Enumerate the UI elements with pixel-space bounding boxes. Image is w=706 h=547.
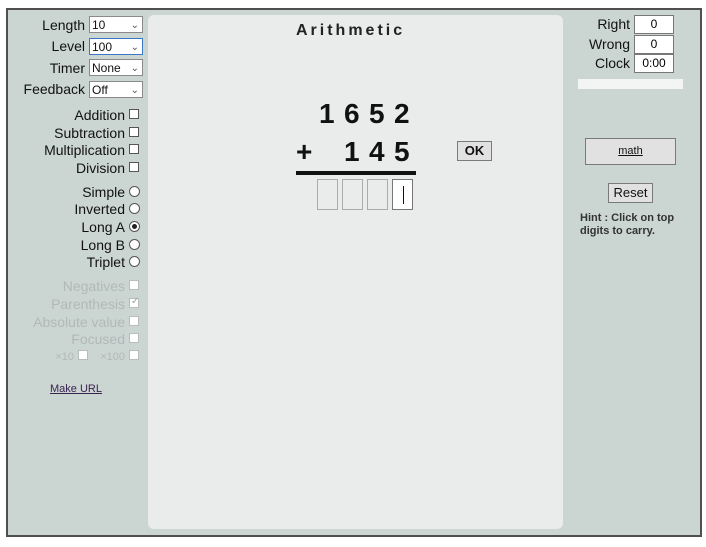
- chevron-down-icon: ⌄: [130, 20, 139, 31]
- timer-select[interactable]: None ⌄: [89, 59, 143, 76]
- clock-label: Clock: [594, 55, 630, 71]
- chevron-down-icon: ⌄: [130, 63, 139, 74]
- hint-text: Hint : Click on top digits to carry.: [580, 212, 675, 237]
- addition-label: Addition: [74, 107, 125, 123]
- make-url-link[interactable]: Make URL: [50, 383, 102, 395]
- exercise-panel: [148, 15, 563, 529]
- long-b-label: Long B: [80, 237, 125, 253]
- inverted-radio[interactable]: [129, 203, 140, 214]
- wrong-label: Wrong: [589, 36, 630, 52]
- answer-digit-box[interactable]: [367, 179, 388, 210]
- bottom-digit: 1: [344, 136, 360, 167]
- length-select[interactable]: 10 ⌄: [89, 16, 143, 33]
- level-select[interactable]: 100 ⌄: [89, 38, 143, 55]
- chevron-down-icon: ⌄: [130, 42, 139, 53]
- absolute-value-label: Absolute value: [33, 314, 125, 330]
- operator-sign: +: [296, 136, 313, 167]
- multiplication-label: Multiplication: [44, 142, 125, 158]
- subtraction-label: Subtraction: [54, 125, 125, 141]
- triplet-label: Triplet: [86, 254, 125, 270]
- length-label: Length: [42, 17, 85, 33]
- parenthesis-label: Parenthesis: [51, 296, 125, 312]
- answer-digit-box-active[interactable]: [392, 179, 413, 210]
- wrong-count: 0: [634, 35, 674, 54]
- ok-button[interactable]: OK: [457, 141, 492, 161]
- right-count: 0: [634, 15, 674, 34]
- timer-select-value: None: [92, 61, 121, 75]
- top-digit[interactable]: 1: [319, 98, 335, 130]
- long-a-label: Long A: [81, 219, 125, 235]
- clock-display: 0:00: [634, 54, 674, 73]
- triplet-radio[interactable]: [129, 256, 140, 267]
- text-cursor: [403, 186, 404, 204]
- focused-checkbox[interactable]: [129, 333, 139, 343]
- x10-label: ×10: [55, 351, 74, 363]
- long-a-radio[interactable]: [129, 221, 140, 232]
- bottom-digit: 5: [394, 136, 410, 167]
- checkmark-icon: ✓: [131, 296, 140, 307]
- length-select-value: 10: [92, 18, 106, 32]
- addition-checkbox[interactable]: [129, 109, 139, 119]
- chevron-down-icon: ⌄: [130, 85, 139, 96]
- reset-button[interactable]: Reset: [608, 183, 653, 203]
- x100-checkbox[interactable]: [129, 350, 139, 360]
- bottom-digit: 4: [369, 136, 385, 167]
- negatives-label: Negatives: [62, 278, 125, 294]
- progress-bar: [578, 79, 683, 89]
- feedback-select[interactable]: Off ⌄: [89, 81, 143, 98]
- subtraction-checkbox[interactable]: [129, 127, 139, 137]
- feedback-select-value: Off: [92, 83, 108, 97]
- right-label: Right: [597, 16, 630, 32]
- inverted-label: Inverted: [74, 201, 125, 217]
- math-button[interactable]: math: [585, 138, 676, 165]
- focused-label: Focused: [71, 331, 125, 347]
- x10-checkbox[interactable]: [78, 350, 88, 360]
- sum-line: [296, 171, 416, 175]
- radio-selected-dot: [132, 224, 137, 229]
- simple-radio[interactable]: [129, 186, 140, 197]
- simple-label: Simple: [82, 184, 125, 200]
- absolute-value-checkbox[interactable]: [129, 316, 139, 326]
- negatives-checkbox[interactable]: [129, 280, 139, 290]
- parenthesis-checkbox[interactable]: ✓: [129, 296, 140, 308]
- long-b-radio[interactable]: [129, 239, 140, 250]
- multiplication-checkbox[interactable]: [129, 144, 139, 154]
- timer-label: Timer: [49, 60, 85, 76]
- answer-digit-box[interactable]: [317, 179, 338, 210]
- feedback-label: Feedback: [23, 81, 85, 97]
- top-digit[interactable]: 5: [369, 98, 385, 130]
- division-label: Division: [75, 160, 125, 176]
- x100-label: ×100: [100, 351, 125, 363]
- level-label: Level: [51, 38, 85, 54]
- division-checkbox[interactable]: [129, 162, 139, 172]
- page-title: Arithmetic: [296, 22, 406, 39]
- top-digit[interactable]: 6: [344, 98, 360, 130]
- answer-digit-box[interactable]: [342, 179, 363, 210]
- level-select-value: 100: [92, 40, 113, 54]
- top-digit[interactable]: 2: [394, 98, 410, 130]
